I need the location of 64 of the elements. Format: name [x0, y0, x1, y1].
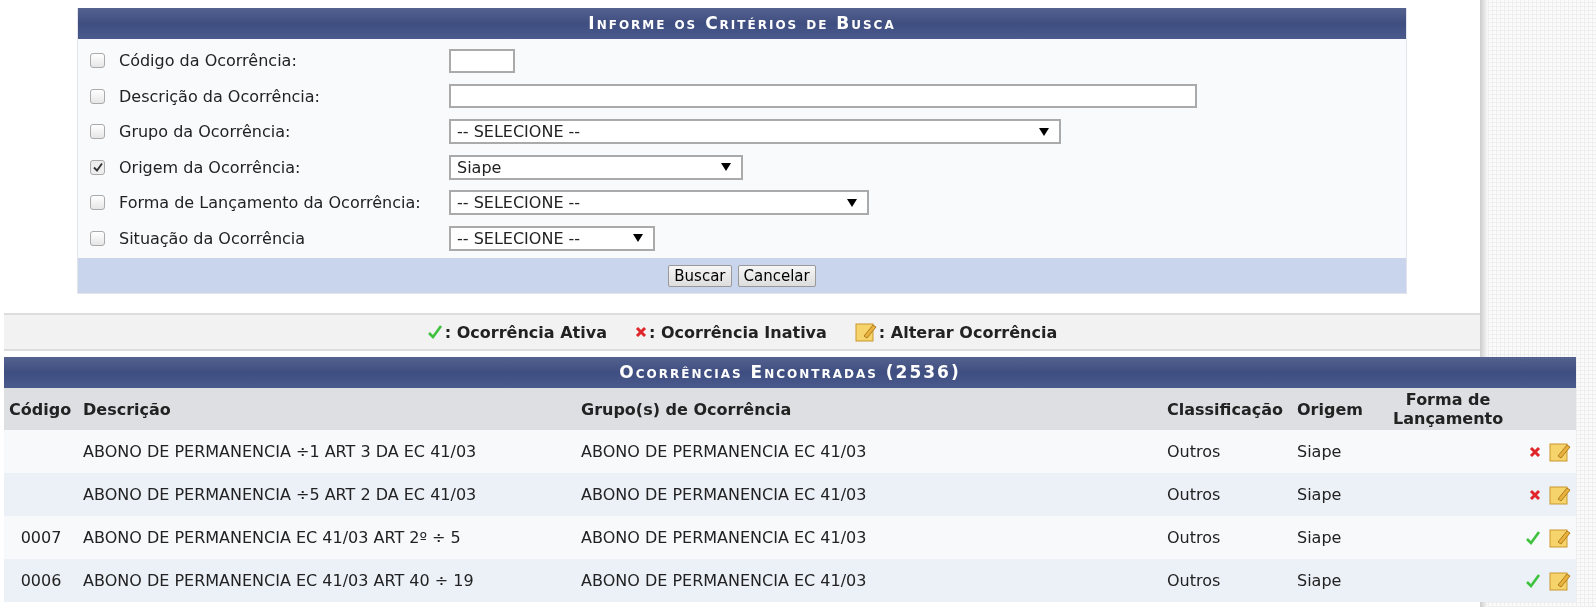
field-label: Origem da Ocorrência: [119, 157, 302, 177]
table-cell: Siape [1297, 528, 1342, 547]
form-button[interactable]: Buscar [668, 264, 732, 287]
field-label: Forma de Lançamento da Ocorrência: [119, 193, 422, 213]
checkbox[interactable] [90, 230, 105, 246]
edit-icon[interactable] [1549, 569, 1571, 592]
column-header: Forma de Lançamento [1393, 390, 1504, 428]
table-cell: ABONO DE PERMANENCIA ÷5 ART 2 DA EC 41/03 [83, 485, 477, 504]
table-cell: ABONO DE PERMANENCIA EC 41/03 [581, 485, 867, 504]
table-cell: Outros [1167, 571, 1221, 590]
table-cell: ABONO DE PERMANENCIA ÷1 ART 3 DA EC 41/03 [83, 442, 477, 461]
column-header: Grupo(s) de Ocorrência [581, 399, 792, 419]
caret-icon [633, 234, 643, 243]
table-cell: Siape [1297, 442, 1342, 461]
edit-icon [854, 321, 877, 343]
column-header: Descrição [83, 399, 171, 419]
caret-icon [847, 198, 857, 207]
table-cell: ABONO DE PERMANENCIA EC 41/03 ART 2º ÷ 5 [83, 528, 461, 547]
table-cell: ABONO DE PERMANENCIA EC 41/03 ART 40 ÷ 19 [83, 571, 474, 590]
checkmark-icon [426, 324, 443, 340]
checkbox[interactable] [90, 159, 105, 175]
checkbox[interactable] [90, 53, 105, 69]
checkmark-icon[interactable] [1525, 572, 1541, 589]
table-cell: Outros [1167, 528, 1221, 547]
table-cell: ABONO DE PERMANENCIA EC 41/03 [581, 442, 867, 461]
caret-icon [1039, 127, 1049, 136]
panel-title: Informe os Critérios de Busca [78, 8, 1406, 39]
input-field[interactable] [449, 48, 515, 73]
checkmark-icon[interactable] [1525, 529, 1541, 546]
field-label: Descrição da Ocorrência: [119, 86, 321, 106]
legend-label: : Ocorrência Ativa [444, 322, 607, 342]
table-cell: Siape [1297, 571, 1342, 590]
form-button[interactable]: Cancelar [737, 264, 816, 287]
checkbox[interactable] [90, 88, 105, 104]
table-title: Ocorrências Encontradas (2536) [4, 357, 1576, 388]
input-field[interactable] [449, 84, 1197, 109]
column-header: Origem [1297, 399, 1363, 419]
edit-icon[interactable] [1549, 526, 1571, 549]
table-cell: 0007 [20, 528, 62, 547]
dropdown[interactable]: Siape [449, 154, 743, 180]
field-label: Código da Ocorrência: [119, 51, 298, 71]
cross-icon[interactable] [1529, 488, 1541, 501]
table-cell: Outros [1167, 485, 1221, 504]
column-header: Código [9, 399, 72, 419]
caret-icon [721, 163, 731, 172]
edit-icon[interactable] [1549, 483, 1571, 506]
cross-icon[interactable] [1529, 445, 1541, 458]
table-cell: ABONO DE PERMANENCIA EC 41/03 [581, 571, 867, 590]
dropdown[interactable]: -- SELECIONE -- [449, 119, 1061, 145]
field-label: Situação da Ocorrência [119, 228, 307, 248]
dropdown[interactable]: -- SELECIONE -- [449, 225, 655, 251]
checkbox[interactable] [90, 195, 105, 211]
legend-label: : Ocorrência Inativa [648, 322, 827, 342]
edit-icon[interactable] [1549, 440, 1571, 463]
dropdown[interactable]: -- SELECIONE -- [449, 190, 869, 216]
legend-label: : Alterar Ocorrência [878, 322, 1058, 342]
checkbox[interactable] [90, 124, 105, 140]
table-cell: Siape [1297, 485, 1342, 504]
table-cell: Outros [1167, 442, 1221, 461]
table-cell: ABONO DE PERMANENCIA EC 41/03 [581, 528, 867, 547]
table-cell: 0006 [20, 571, 62, 590]
cross-icon [634, 326, 647, 338]
column-header: Classificação [1167, 399, 1283, 419]
field-label: Grupo da Ocorrência: [119, 122, 292, 142]
